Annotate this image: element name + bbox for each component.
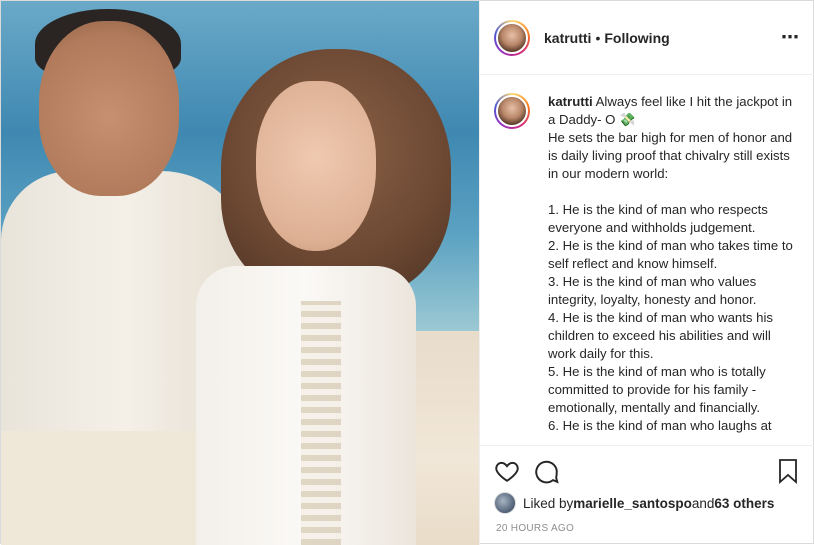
bookmark-icon[interactable] [776, 458, 800, 484]
caption: katrutti Always feel like I hit the jack… [548, 93, 802, 445]
following-button[interactable]: Following [604, 30, 669, 46]
post-side-panel: katrutti • Following ⋯ katrutti Always f… [479, 1, 814, 545]
caption-text: Always feel like I hit the jackpot in a … [548, 94, 793, 433]
instagram-post: katrutti • Following ⋯ katrutti Always f… [0, 0, 814, 545]
action-icons [494, 458, 560, 484]
likes-line: Liked by marielle_santospo and 63 others [494, 492, 774, 514]
comment-icon[interactable] [534, 458, 560, 484]
caption-area: katrutti Always feel like I hit the jack… [480, 75, 814, 445]
author-avatar-image [496, 21, 528, 54]
photo-dress-lace [301, 301, 341, 545]
header-text: katrutti • Following [544, 30, 670, 46]
separator-dot: • [595, 29, 601, 46]
photo-woman-face [256, 81, 376, 251]
post-timestamp[interactable]: 20 HOURS AGO [496, 523, 574, 534]
photo-man-pants [1, 431, 201, 545]
caption-avatar-image [496, 95, 528, 127]
photo-man-face [39, 21, 179, 196]
post-header: katrutti • Following ⋯ [480, 1, 814, 75]
likes-prefix: Liked by [523, 495, 574, 511]
liker-username[interactable]: marielle_santospo [573, 496, 692, 511]
post-photo[interactable] [1, 1, 479, 545]
caption-username[interactable]: katrutti [548, 94, 593, 109]
likes-others-link[interactable]: 63 others [714, 496, 774, 511]
heart-icon[interactable] [494, 458, 520, 484]
likes-middle: and [691, 495, 715, 511]
liker-avatar[interactable] [494, 492, 516, 514]
author-avatar[interactable] [494, 19, 530, 56]
author-username[interactable]: katrutti [544, 30, 591, 46]
more-icon[interactable]: ⋯ [781, 27, 800, 48]
action-bar: Liked by marielle_santospo and 63 others… [480, 445, 814, 545]
caption-avatar[interactable] [494, 93, 530, 129]
